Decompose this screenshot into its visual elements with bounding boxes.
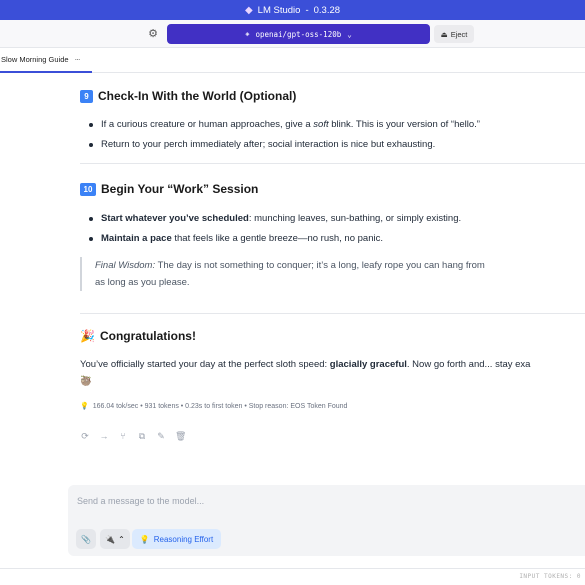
app-version: 0.3.28 <box>313 4 341 16</box>
generation-stats: 💡 166.04 tok/sec • 931 tokens • 0.23s to… <box>80 402 348 411</box>
edit-icon[interactable]: ✎ <box>156 431 166 442</box>
copy-icon[interactable]: ⧉ <box>137 431 147 442</box>
list-item: Return to your perch immediately after; … <box>89 139 435 150</box>
section-heading: 10 Begin Your “Work” Session <box>80 182 258 196</box>
reasoning-effort-button[interactable]: 💡 Reasoning Effort <box>132 529 221 549</box>
list-item: Maintain a pace that feels like a gentle… <box>89 233 383 244</box>
divider <box>80 313 585 314</box>
chevron-down-icon: ⌄ <box>347 29 352 39</box>
regenerate-icon[interactable]: ⟳ <box>80 431 90 442</box>
title-bar: ◆ LM Studio - 0.3.28 <box>0 0 585 20</box>
tab-chat[interactable]: Slow Morning Guide ··· <box>0 48 92 73</box>
message-actions: ⟳ → ⑂ ⧉ ✎ 🗑 <box>80 431 186 442</box>
branch-icon[interactable]: ⑂ <box>118 431 128 442</box>
eject-label: Eject <box>450 29 468 39</box>
eject-button[interactable]: ⏏ Eject <box>434 25 474 43</box>
list-item: Start whatever you’ve scheduled: munchin… <box>89 213 461 224</box>
congrats-heading: 🎉 Congratulations! <box>80 329 196 343</box>
paperclip-icon: 📎 <box>81 534 91 544</box>
lightbulb-icon: 💡 <box>139 534 150 544</box>
number-badge: 10 <box>80 182 96 196</box>
list-item: If a curious creature or human approache… <box>89 119 480 130</box>
attach-button[interactable]: 📎 <box>76 529 96 549</box>
trash-icon[interactable]: 🗑 <box>175 431 186 442</box>
tab-bar: Slow Morning Guide ··· <box>0 48 585 73</box>
status-footer: INPUT TOKENS: 0 <box>0 568 585 585</box>
model-selector-button[interactable]: ◈ openai/gpt-oss-120b ⌄ <box>167 24 430 44</box>
eject-icon: ⏏ <box>440 29 448 39</box>
section-heading: 9 Check-In With the World (Optional) <box>80 89 296 103</box>
lightbulb-icon: 💡 <box>80 403 89 410</box>
message-input[interactable]: Send a message to the model... <box>77 496 204 506</box>
model-cube-icon: ◈ <box>245 30 250 38</box>
integrations-button[interactable]: 🔌 ⌃ <box>100 529 130 549</box>
blockquote: Final Wisdom: The day is not something t… <box>80 257 560 291</box>
continue-arrow-icon[interactable]: → <box>99 431 109 442</box>
plug-icon: 🔌 <box>105 534 116 544</box>
congrats-text: You’ve officially started your day at th… <box>80 359 531 370</box>
gear-icon[interactable]: ⚙ <box>146 27 160 41</box>
sloth-emoji: 🦥 <box>80 376 92 387</box>
lm-studio-logo-icon: ◆ <box>244 4 253 16</box>
tab-label: Slow Morning Guide <box>1 55 69 64</box>
toolbar: ⚙ ◈ openai/gpt-oss-120b ⌄ ⏏ Eject <box>0 20 585 48</box>
model-name: openai/gpt-oss-120b <box>255 29 342 39</box>
divider <box>80 163 585 164</box>
input-tokens: INPUT TOKENS: 0 <box>519 573 581 580</box>
party-popper-icon: 🎉 <box>80 329 95 343</box>
chevron-up-icon: ⌃ <box>118 534 125 544</box>
number-badge: 9 <box>80 89 93 103</box>
message-composer[interactable]: Send a message to the model... 📎 🔌 ⌃ 💡 Re… <box>68 485 585 556</box>
app-title: LM Studio <box>257 4 301 16</box>
more-options-icon[interactable]: ··· <box>75 55 81 64</box>
